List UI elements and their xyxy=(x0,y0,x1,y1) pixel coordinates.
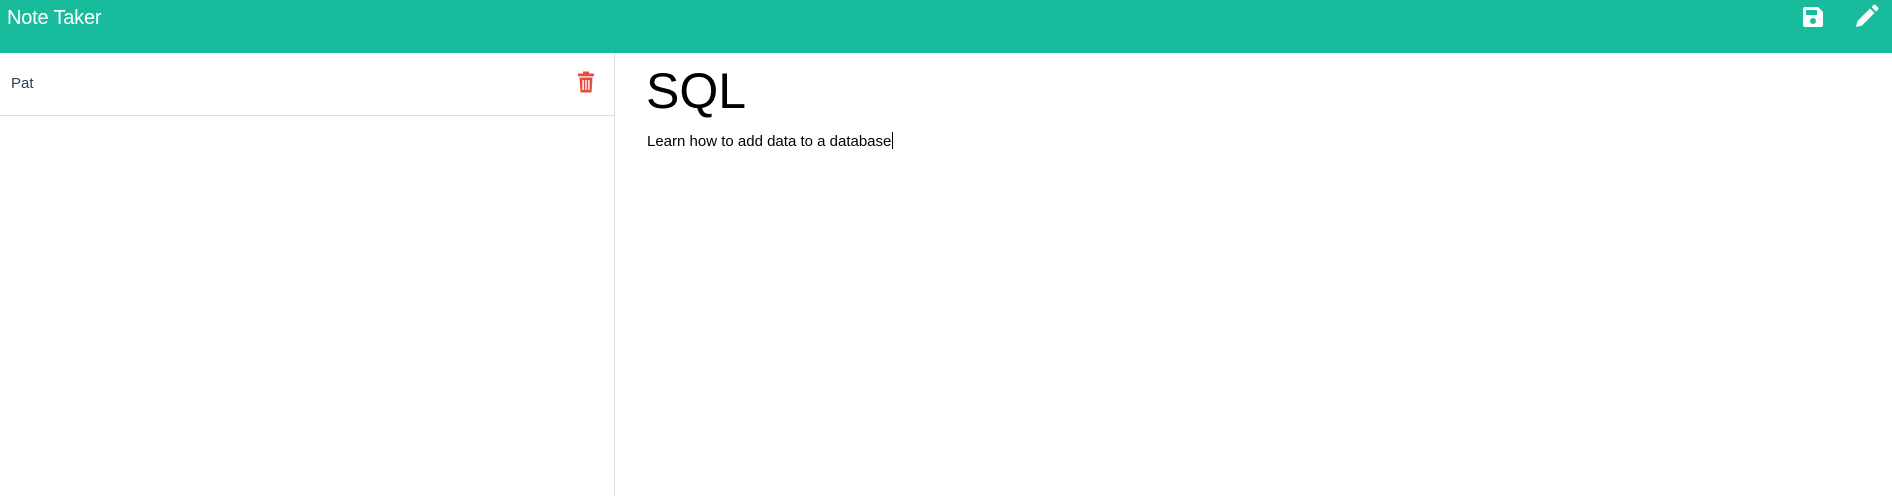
navbar: Note Taker xyxy=(0,0,1892,53)
note-editor: SQL Learn how to add data to a database xyxy=(616,53,1892,496)
save-icon[interactable] xyxy=(1800,4,1826,30)
pencil-icon[interactable] xyxy=(1853,4,1879,30)
trash-icon[interactable] xyxy=(577,71,595,93)
note-item-title[interactable]: Pat xyxy=(11,75,34,92)
note-textarea[interactable]: Learn how to add data to a database xyxy=(647,132,894,150)
note-text: Learn how to add data to a database xyxy=(647,133,892,150)
text-cursor xyxy=(892,132,894,149)
notes-sidebar: Pat xyxy=(0,53,615,496)
app-title[interactable]: Note Taker xyxy=(7,6,102,30)
note-title-input[interactable]: SQL xyxy=(646,60,746,122)
list-item[interactable]: Pat xyxy=(0,53,614,116)
